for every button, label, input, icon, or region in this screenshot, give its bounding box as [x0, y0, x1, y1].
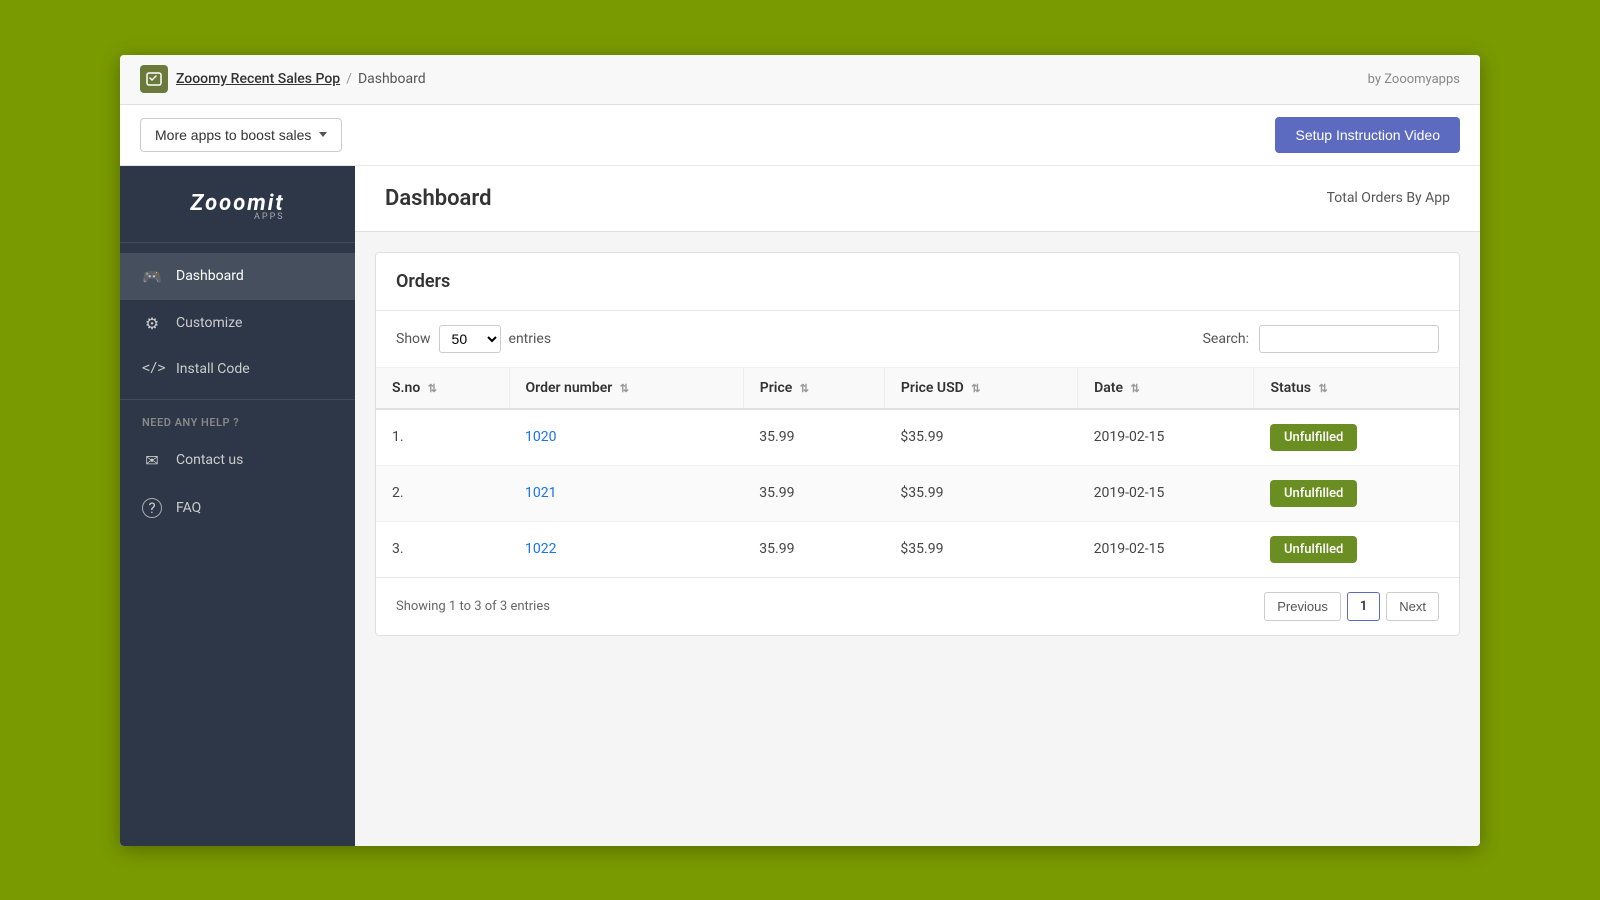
order-link[interactable]: 1021 — [525, 485, 556, 501]
order-link[interactable]: 1022 — [525, 541, 556, 557]
help-section-label: NEED ANY HELP ? — [120, 399, 355, 437]
table-header-row: S.no ⇅ Order number ⇅ Price ⇅ — [376, 368, 1459, 409]
app-container: Zooomy Recent Sales Pop / Dashboard by Z… — [120, 55, 1480, 846]
mail-icon: ✉ — [142, 451, 162, 470]
breadcrumb: Zooomy Recent Sales Pop / Dashboard — [176, 71, 426, 87]
table-row: 2. 1021 35.99 $35.99 2019-02-15 Unfulfil… — [376, 465, 1459, 521]
orders-section: Orders Show 50 25 10 100 entries Search — [375, 252, 1460, 636]
next-button[interactable]: Next — [1386, 592, 1439, 621]
sort-icon-sno: ⇅ — [428, 382, 437, 395]
cell-price: 35.99 — [743, 521, 884, 577]
col-header-status[interactable]: Status ⇅ — [1254, 368, 1459, 409]
cell-price: 35.99 — [743, 465, 884, 521]
col-header-price-usd[interactable]: Price USD ⇅ — [884, 368, 1077, 409]
sidebar-item-contact[interactable]: ✉ Contact us — [120, 437, 355, 484]
show-label: Show — [396, 331, 431, 347]
search-input[interactable] — [1259, 325, 1439, 353]
cell-date: 2019-02-15 — [1078, 521, 1254, 577]
more-apps-button[interactable]: More apps to boost sales — [140, 118, 342, 152]
setup-video-label: Setup Instruction Video — [1295, 127, 1440, 143]
top-bar-left: Zooomy Recent Sales Pop / Dashboard — [140, 65, 426, 93]
table-footer: Showing 1 to 3 of 3 entries Previous 1 N… — [376, 577, 1459, 635]
sidebar-item-install-code[interactable]: </> Install Code — [120, 347, 355, 391]
cell-order-number: 1022 — [509, 521, 743, 577]
entries-select[interactable]: 50 25 10 100 — [439, 325, 501, 353]
sidebar-item-faq-label: FAQ — [176, 500, 201, 516]
gear-icon: ⚙ — [142, 314, 162, 333]
breadcrumb-page: Dashboard — [358, 71, 426, 87]
cell-status: Unfulfilled — [1254, 521, 1459, 577]
orders-table: S.no ⇅ Order number ⇅ Price ⇅ — [376, 368, 1459, 577]
cell-sno: 1. — [376, 409, 509, 466]
sidebar-item-contact-label: Contact us — [176, 452, 243, 468]
sidebar-item-dashboard[interactable]: 🎮 Dashboard — [120, 253, 355, 300]
toolbar: More apps to boost sales Setup Instructi… — [120, 105, 1480, 166]
question-icon: ? — [142, 498, 162, 518]
total-orders-label: Total Orders By App — [1327, 190, 1450, 206]
more-apps-label: More apps to boost sales — [155, 127, 311, 143]
show-entries: Show 50 25 10 100 entries — [396, 325, 551, 353]
sort-icon-date: ⇅ — [1131, 382, 1140, 395]
entries-label: entries — [509, 331, 552, 347]
footer-info: Showing 1 to 3 of 3 entries — [396, 599, 550, 614]
order-link[interactable]: 1020 — [525, 429, 556, 445]
status-badge: Unfulfilled — [1270, 536, 1357, 563]
col-header-order-number[interactable]: Order number ⇅ — [509, 368, 743, 409]
cell-price: 35.99 — [743, 409, 884, 466]
top-bar: Zooomy Recent Sales Pop / Dashboard by Z… — [120, 55, 1480, 105]
sidebar-item-dashboard-label: Dashboard — [176, 268, 244, 284]
sort-icon-order: ⇅ — [620, 382, 629, 395]
orders-section-title: Orders — [376, 253, 1459, 311]
by-label: by Zooomyapps — [1368, 72, 1460, 87]
cell-sno: 3. — [376, 521, 509, 577]
cell-order-number: 1021 — [509, 465, 743, 521]
sidebar-logo: Zooomit APPS — [120, 166, 355, 243]
cell-date: 2019-02-15 — [1078, 409, 1254, 466]
content-header: Dashboard Total Orders By App — [355, 166, 1480, 232]
prev-button[interactable]: Previous — [1264, 592, 1341, 621]
status-badge: Unfulfilled — [1270, 424, 1357, 451]
col-header-date[interactable]: Date ⇅ — [1078, 368, 1254, 409]
page-title: Dashboard — [385, 186, 491, 211]
cell-order-number: 1020 — [509, 409, 743, 466]
orders-controls: Show 50 25 10 100 entries Search: — [376, 311, 1459, 368]
cell-status: Unfulfilled — [1254, 409, 1459, 466]
app-icon — [140, 65, 168, 93]
status-badge: Unfulfilled — [1270, 480, 1357, 507]
sidebar: Zooomit APPS 🎮 Dashboard ⚙ Customize </>… — [120, 166, 355, 846]
search-box: Search: — [1203, 325, 1439, 353]
sort-icon-price-usd: ⇅ — [971, 382, 980, 395]
search-label: Search: — [1203, 331, 1249, 347]
sidebar-item-customize[interactable]: ⚙ Customize — [120, 300, 355, 347]
table-row: 1. 1020 35.99 $35.99 2019-02-15 Unfulfil… — [376, 409, 1459, 466]
cell-sno: 2. — [376, 465, 509, 521]
cell-price-usd: $35.99 — [884, 521, 1077, 577]
code-icon: </> — [142, 361, 162, 376]
setup-video-button[interactable]: Setup Instruction Video — [1275, 117, 1460, 153]
breadcrumb-app-name[interactable]: Zooomy Recent Sales Pop — [176, 71, 340, 87]
sort-icon-status: ⇅ — [1318, 382, 1327, 395]
cell-price-usd: $35.99 — [884, 409, 1077, 466]
pagination: Previous 1 Next — [1264, 592, 1439, 621]
col-header-price[interactable]: Price ⇅ — [743, 368, 884, 409]
sidebar-item-faq[interactable]: ? FAQ — [120, 484, 355, 532]
content: Dashboard Total Orders By App Orders Sho… — [355, 166, 1480, 846]
cell-status: Unfulfilled — [1254, 465, 1459, 521]
main-layout: Zooomit APPS 🎮 Dashboard ⚙ Customize </>… — [120, 166, 1480, 846]
cell-price-usd: $35.99 — [884, 465, 1077, 521]
chevron-down-icon — [319, 132, 327, 137]
sidebar-item-customize-label: Customize — [176, 315, 242, 331]
table-row: 3. 1022 35.99 $35.99 2019-02-15 Unfulfil… — [376, 521, 1459, 577]
page-number: 1 — [1347, 592, 1380, 621]
sidebar-nav: 🎮 Dashboard ⚙ Customize </> Install Code… — [120, 243, 355, 846]
sidebar-item-install-code-label: Install Code — [176, 361, 250, 377]
cell-date: 2019-02-15 — [1078, 465, 1254, 521]
breadcrumb-separator: / — [346, 71, 352, 87]
sort-icon-price: ⇅ — [800, 382, 809, 395]
col-header-sno[interactable]: S.no ⇅ — [376, 368, 509, 409]
dashboard-icon: 🎮 — [142, 267, 162, 286]
logo-block: Zooomit APPS — [190, 191, 284, 222]
